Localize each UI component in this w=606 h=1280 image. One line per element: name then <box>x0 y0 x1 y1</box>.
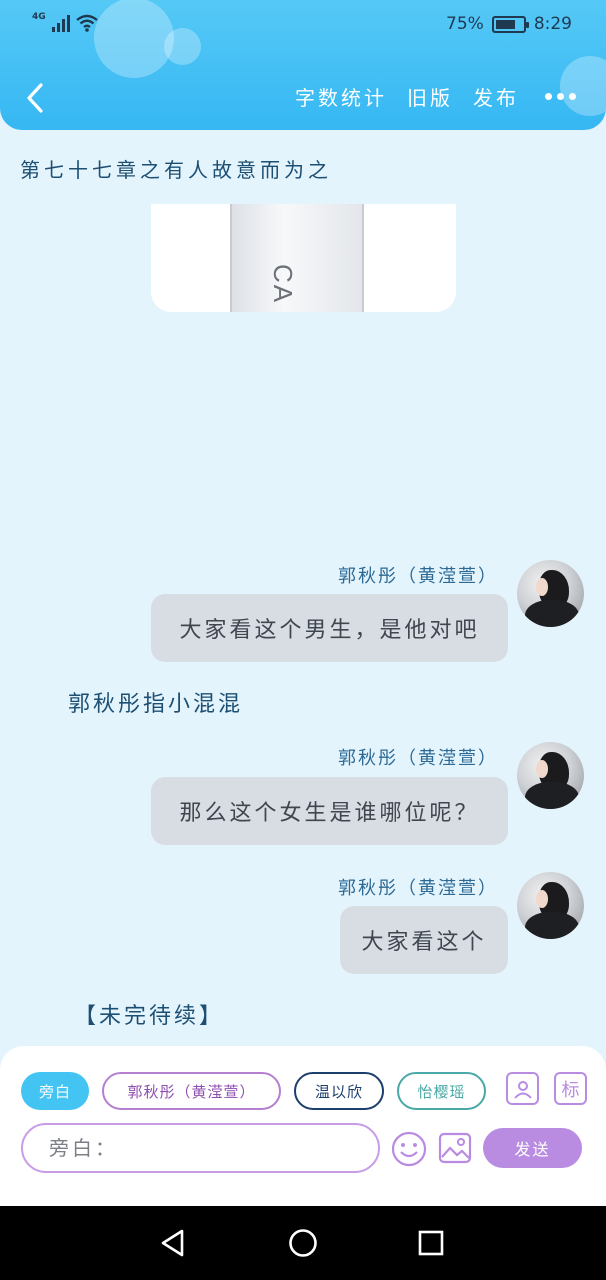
more-icon[interactable] <box>545 93 576 100</box>
role-chip-wen-yixin[interactable]: 温以欣 <box>294 1072 384 1110</box>
network-type: 4G <box>32 12 46 22</box>
chapter-title: 第七十七章之有人故意而为之 <box>20 158 332 182</box>
input-panel: 旁白 郭秋彤（黄滢萱） 温以欣 怡樱瑶 标 发送 <box>0 1046 606 1206</box>
speaker-name: 郭秋彤（黄滢萱） <box>338 566 498 587</box>
status-bar: 4G 75% 8:29 <box>0 10 606 40</box>
nav-recents-icon[interactable] <box>418 1230 444 1256</box>
publish-button[interactable]: 发布 <box>473 82 519 111</box>
contact-glyph <box>513 1080 532 1099</box>
avatar[interactable] <box>517 560 584 627</box>
dialogue-input[interactable] <box>21 1123 380 1173</box>
role-chip-guo-qiutong[interactable]: 郭秋彤（黄滢萱） <box>102 1072 281 1110</box>
nav-back-icon[interactable] <box>160 1229 186 1257</box>
wifi-icon <box>75 14 98 32</box>
narration-text[interactable]: 郭秋彤指小混混 <box>68 686 243 718</box>
back-button[interactable] <box>18 78 52 118</box>
story-image[interactable]: CA <box>151 204 456 312</box>
clock: 8:29 <box>533 14 572 34</box>
tube-label: CA <box>268 264 298 305</box>
ending-text[interactable]: 【未完待续】 <box>74 998 224 1030</box>
emoji-icon[interactable] <box>391 1131 427 1167</box>
back-icon <box>27 83 43 113</box>
avatar[interactable] <box>517 742 584 809</box>
speaker-name: 郭秋彤（黄滢萱） <box>338 878 498 899</box>
avatar[interactable] <box>517 872 584 939</box>
battery-percent: 75% <box>446 14 484 34</box>
nav-home-icon[interactable] <box>288 1228 318 1258</box>
role-chip-yi-yingyao[interactable]: 怡樱瑶 <box>397 1072 486 1110</box>
nav-row: 字数统计 旧版 发布 <box>0 78 606 118</box>
signal-icon <box>51 14 70 32</box>
contact-icon[interactable] <box>506 1072 539 1105</box>
tag-icon[interactable]: 标 <box>554 1072 587 1105</box>
system-nav-bar <box>0 1206 606 1280</box>
word-count-button[interactable]: 字数统计 <box>295 82 387 111</box>
old-version-button[interactable]: 旧版 <box>407 82 453 111</box>
product-tube: CA <box>230 204 364 312</box>
status-right: 75% 8:29 <box>446 14 572 34</box>
send-button[interactable]: 发送 <box>483 1128 582 1168</box>
battery-icon <box>491 15 529 33</box>
message-bubble[interactable]: 大家看这个 <box>340 906 508 974</box>
message-bubble[interactable]: 大家看这个男生，是他对吧 <box>151 594 508 662</box>
header-actions: 字数统计 旧版 发布 <box>295 82 576 111</box>
message-bubble[interactable]: 那么这个女生是谁哪位呢？ <box>151 777 508 845</box>
image-icon[interactable] <box>438 1131 472 1165</box>
role-chip-narrator[interactable]: 旁白 <box>21 1072 89 1110</box>
app-header: 4G 75% 8:29 字数统计 旧版 发布 <box>0 0 606 130</box>
speaker-name: 郭秋彤（黄滢萱） <box>338 748 498 769</box>
network-indicator: 4G <box>32 12 98 32</box>
